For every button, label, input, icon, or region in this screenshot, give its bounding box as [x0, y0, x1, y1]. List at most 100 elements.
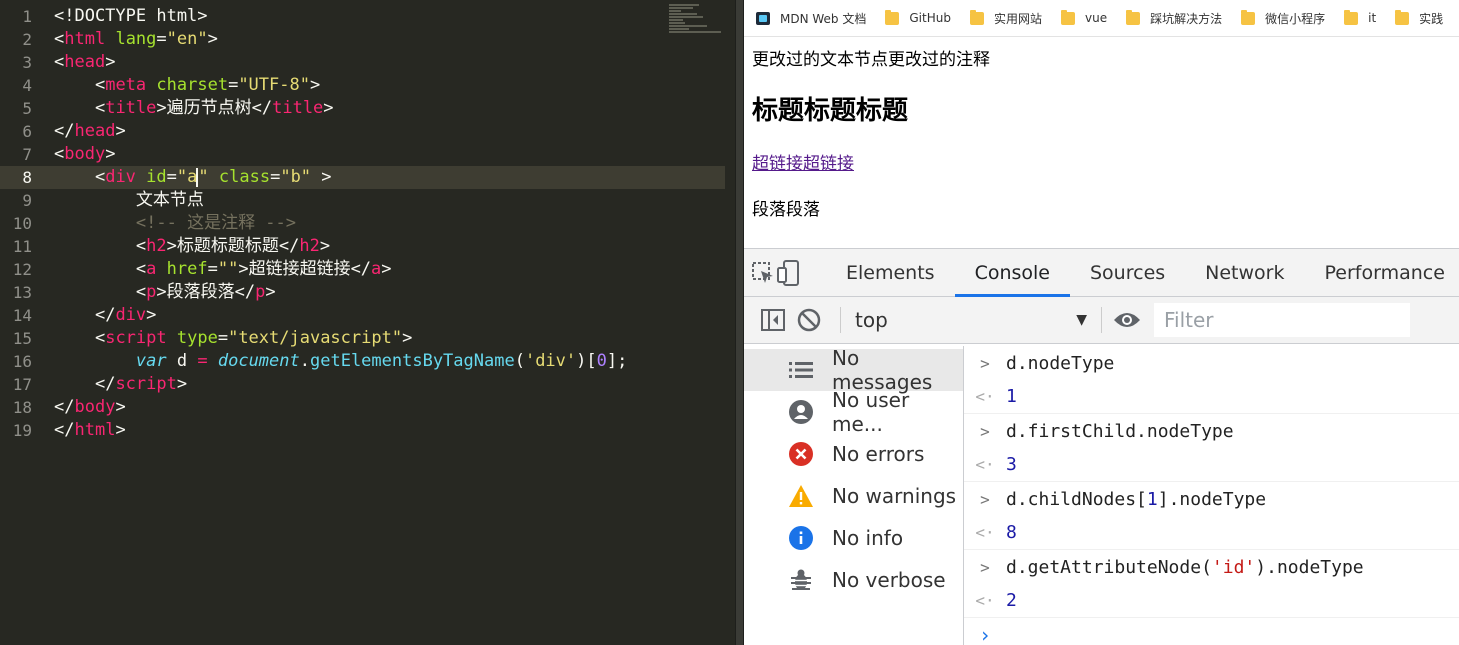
- device-toolbar-button[interactable]: [776, 249, 802, 296]
- console-input-entry[interactable]: > d.firstChild.nodeType: [964, 414, 1459, 448]
- console-result-entry: <· 2: [964, 584, 1459, 618]
- console-toolbar: top ▼: [744, 297, 1459, 344]
- code-line[interactable]: <meta charset="UTF-8">: [44, 74, 725, 97]
- context-value: top: [855, 308, 888, 332]
- console-result: 2: [1006, 590, 1017, 611]
- eye-icon: [1114, 313, 1140, 327]
- bookmark-useful-sites[interactable]: 实用网站: [969, 9, 1042, 27]
- bookmark-solutions[interactable]: 踩坑解决方法: [1126, 9, 1222, 27]
- code-line[interactable]: </div>: [44, 304, 725, 327]
- code-line[interactable]: <h2>标题标题标题</h2>: [44, 235, 725, 258]
- line-number: 19: [12, 421, 32, 440]
- code-line[interactable]: <a href="">超链接超链接</a>: [44, 258, 725, 281]
- sidebar-item-errors[interactable]: No errors: [744, 433, 963, 475]
- sidebar-item-info[interactable]: No info: [744, 517, 963, 559]
- code-line[interactable]: var d = document.getElementsByTagName('d…: [44, 350, 725, 373]
- bookmark-vue[interactable]: vue: [1060, 9, 1108, 25]
- folder-icon: [1344, 9, 1359, 25]
- code-line[interactable]: 文本节点: [44, 189, 725, 212]
- code-line-active[interactable]: <div id="a" class="b" >: [44, 166, 725, 189]
- line-number: 7: [22, 145, 32, 164]
- error-icon: [788, 442, 814, 466]
- code-editor[interactable]: 1 2 3 4 5 6 7 8 9 10 11 12 13 14 15 16 1…: [0, 0, 735, 645]
- code-line[interactable]: <!-- 这是注释 -->: [44, 212, 725, 235]
- bookmark-label: it: [1368, 11, 1377, 25]
- device-icon: [777, 259, 799, 286]
- console-output[interactable]: > d.nodeType <· 1 > d.firstChild.nodeType <…: [964, 346, 1459, 645]
- sidebar-item-user-messages[interactable]: No user me...: [744, 388, 963, 436]
- dropdown-arrow-icon: ▼: [1076, 312, 1087, 328]
- tab-console[interactable]: Console: [954, 249, 1071, 297]
- warning-icon: [788, 484, 814, 508]
- page-paragraph: 段落段落: [752, 200, 820, 220]
- toggle-sidebar-button[interactable]: [758, 305, 788, 335]
- user-icon: [788, 400, 814, 424]
- code-line[interactable]: </script>: [44, 373, 725, 396]
- filter-input[interactable]: [1154, 303, 1410, 337]
- folder-icon: [1126, 9, 1141, 25]
- console-result: 8: [1006, 522, 1017, 543]
- code-area[interactable]: <!DOCTYPE html> <html lang="en"> <head> …: [44, 5, 725, 442]
- folder-icon: [1241, 9, 1256, 25]
- console-input-entry[interactable]: > d.getAttributeNode('id').nodeType: [964, 550, 1459, 584]
- block-icon: [797, 308, 821, 332]
- bookmark-miniprogram[interactable]: 微信小程序: [1241, 9, 1326, 27]
- code-line[interactable]: <head>: [44, 51, 725, 74]
- console-prompt[interactable]: ›: [964, 618, 1459, 645]
- console-input-entry[interactable]: > d.nodeType: [964, 346, 1459, 380]
- code-line[interactable]: <title>遍历节点树</title>: [44, 97, 725, 120]
- tab-network[interactable]: Network: [1185, 249, 1304, 296]
- bookmark-github[interactable]: GitHub: [885, 9, 951, 25]
- code-line[interactable]: <body>: [44, 143, 725, 166]
- page-content: 更改过的文本节点更改过的注释 标题标题标题 超链接超链接 段落段落: [744, 37, 1459, 221]
- chevron-right-icon: >: [980, 421, 990, 441]
- bug-icon: [788, 568, 814, 592]
- line-number: 2: [22, 30, 32, 49]
- line-number: 11: [12, 237, 32, 256]
- clear-console-button[interactable]: [794, 305, 824, 335]
- line-number-active: 8: [0, 166, 44, 189]
- bookmark-label: vue: [1084, 11, 1108, 25]
- bookmark-label: 微信小程序: [1265, 11, 1326, 26]
- folder-icon: [1395, 9, 1410, 25]
- sidebar-toggle-icon: [761, 309, 785, 331]
- tab-performance[interactable]: Performance: [1305, 249, 1459, 296]
- sidebar-item-warnings[interactable]: No warnings: [744, 475, 963, 517]
- inspect-element-button[interactable]: [750, 249, 776, 296]
- code-line[interactable]: </body>: [44, 396, 725, 419]
- code-line[interactable]: <!DOCTYPE html>: [44, 5, 725, 28]
- line-number: 3: [22, 53, 32, 72]
- bookmark-mdn[interactable]: MDN Web 文档: [756, 10, 866, 27]
- code-line[interactable]: </head>: [44, 120, 725, 143]
- inspect-icon: [752, 261, 773, 283]
- code-line[interactable]: <html lang="en">: [44, 28, 725, 51]
- line-number: 10: [12, 214, 32, 233]
- context-select[interactable]: top ▼: [851, 304, 1091, 336]
- chevron-right-icon: >: [980, 489, 990, 509]
- code-line[interactable]: <p>段落段落</p>: [44, 281, 725, 304]
- return-arrow-icon: <·: [975, 523, 995, 542]
- console-input: d.childNodes[1].nodeType: [1006, 488, 1267, 510]
- code-line[interactable]: <script type="text/javascript">: [44, 327, 725, 350]
- return-arrow-icon: <·: [975, 455, 995, 474]
- line-number: 5: [22, 99, 32, 118]
- chevron-right-icon: >: [980, 353, 990, 373]
- bookmark-it[interactable]: it: [1344, 9, 1377, 25]
- scrollbar-thumb[interactable]: [736, 0, 743, 645]
- tab-sources[interactable]: Sources: [1070, 249, 1185, 296]
- line-number: 1: [22, 7, 32, 26]
- console-input: d.firstChild.nodeType: [1006, 420, 1234, 442]
- sidebar-item-verbose[interactable]: No verbose: [744, 559, 963, 601]
- line-number-gutter: 1 2 3 4 5 6 7 8 9 10 11 12 13 14 15 16 1…: [0, 5, 44, 442]
- live-expression-button[interactable]: [1112, 305, 1142, 335]
- sidebar-item-label: No errors: [832, 442, 925, 466]
- console-input-entry[interactable]: > d.childNodes[1].nodeType: [964, 482, 1459, 516]
- page-link[interactable]: 超链接超链接: [752, 153, 854, 175]
- code-line[interactable]: </html>: [44, 419, 725, 442]
- tab-elements[interactable]: Elements: [826, 249, 955, 296]
- editor-scrollbar[interactable]: [735, 0, 744, 645]
- minimap[interactable]: [669, 4, 727, 44]
- sidebar-item-messages[interactable]: No messages: [744, 346, 963, 394]
- browser-window: MDN Web 文档 GitHub 实用网站 vue 踩坑解决方法 微信小程序 …: [744, 0, 1459, 645]
- bookmark-practice[interactable]: 实践: [1395, 9, 1443, 27]
